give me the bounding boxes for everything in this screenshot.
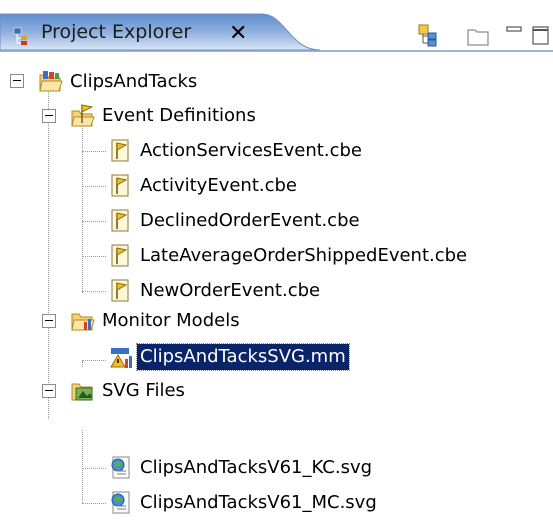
project-folder-icon [38, 69, 64, 95]
tree-connector [82, 291, 106, 292]
link-with-editor-icon[interactable] [416, 24, 442, 48]
svg-file-label[interactable]: ClipsAndTacksV61_MC.svg [137, 490, 380, 516]
tree-connector [82, 186, 106, 187]
cbe-file-icon [108, 243, 134, 269]
tree-connector [82, 256, 106, 257]
svg-file-icon [108, 455, 134, 481]
tree-connector [82, 468, 106, 469]
cbe-file-icon [108, 138, 134, 164]
svg-files-folder-icon [70, 378, 96, 404]
cbe-file-icon [108, 208, 134, 234]
monitor-models-label[interactable]: Monitor Models [99, 308, 243, 334]
minimize-icon[interactable] [502, 24, 528, 48]
cbe-file-icon [108, 173, 134, 199]
svg-files-label[interactable]: SVG Files [99, 378, 188, 404]
maximize-icon[interactable] [530, 24, 553, 48]
close-icon[interactable]: ✕ [229, 22, 247, 46]
view-header: Project Explorer ✕ [0, 0, 553, 52]
cbe-file-label[interactable]: ActionServicesEvent.cbe [137, 138, 365, 164]
view-title[interactable]: Project Explorer [41, 21, 191, 43]
project-explorer-icon [13, 26, 35, 48]
cbe-file-label[interactable]: LateAverageOrderShippedEvent.cbe [137, 243, 470, 269]
svg-file-icon [108, 490, 134, 516]
cbe-file-label[interactable]: NewOrderEvent.cbe [137, 278, 323, 304]
cbe-file-icon [108, 278, 134, 304]
tree-connector [82, 430, 83, 503]
monitor-model-file-label[interactable]: ClipsAndTacksSVG.mm [136, 343, 350, 371]
tree-connector [82, 221, 106, 222]
project-tree: ClipsAndTacks Event Definitions ActionSe… [0, 54, 553, 514]
monitor-models-folder-icon [70, 308, 96, 334]
event-definitions-folder-icon [70, 103, 96, 129]
folder-icon[interactable] [466, 24, 492, 48]
tree-connector [82, 151, 106, 152]
tree-connector [82, 360, 106, 361]
monitor-models-collapse-toggle[interactable] [42, 314, 56, 328]
svg-file-label[interactable]: ClipsAndTacksV61_KC.svg [137, 455, 375, 481]
svg-files-collapse-toggle[interactable] [42, 384, 56, 398]
event-definitions-collapse-toggle[interactable] [42, 109, 56, 123]
cbe-file-label[interactable]: DeclinedOrderEvent.cbe [137, 208, 363, 234]
event-definitions-label[interactable]: Event Definitions [99, 103, 259, 129]
monitor-model-file-icon [108, 345, 134, 371]
tree-connector [48, 81, 49, 419]
cbe-file-label[interactable]: ActivityEvent.cbe [137, 173, 300, 199]
project-label[interactable]: ClipsAndTacks [67, 69, 200, 95]
tree-connector [82, 116, 83, 293]
tree-connector [82, 361, 83, 367]
project-explorer-view: Project Explorer ✕ ClipsAndTacks Event D… [0, 0, 553, 514]
project-collapse-toggle[interactable] [10, 74, 24, 88]
tree-connector [82, 503, 106, 504]
